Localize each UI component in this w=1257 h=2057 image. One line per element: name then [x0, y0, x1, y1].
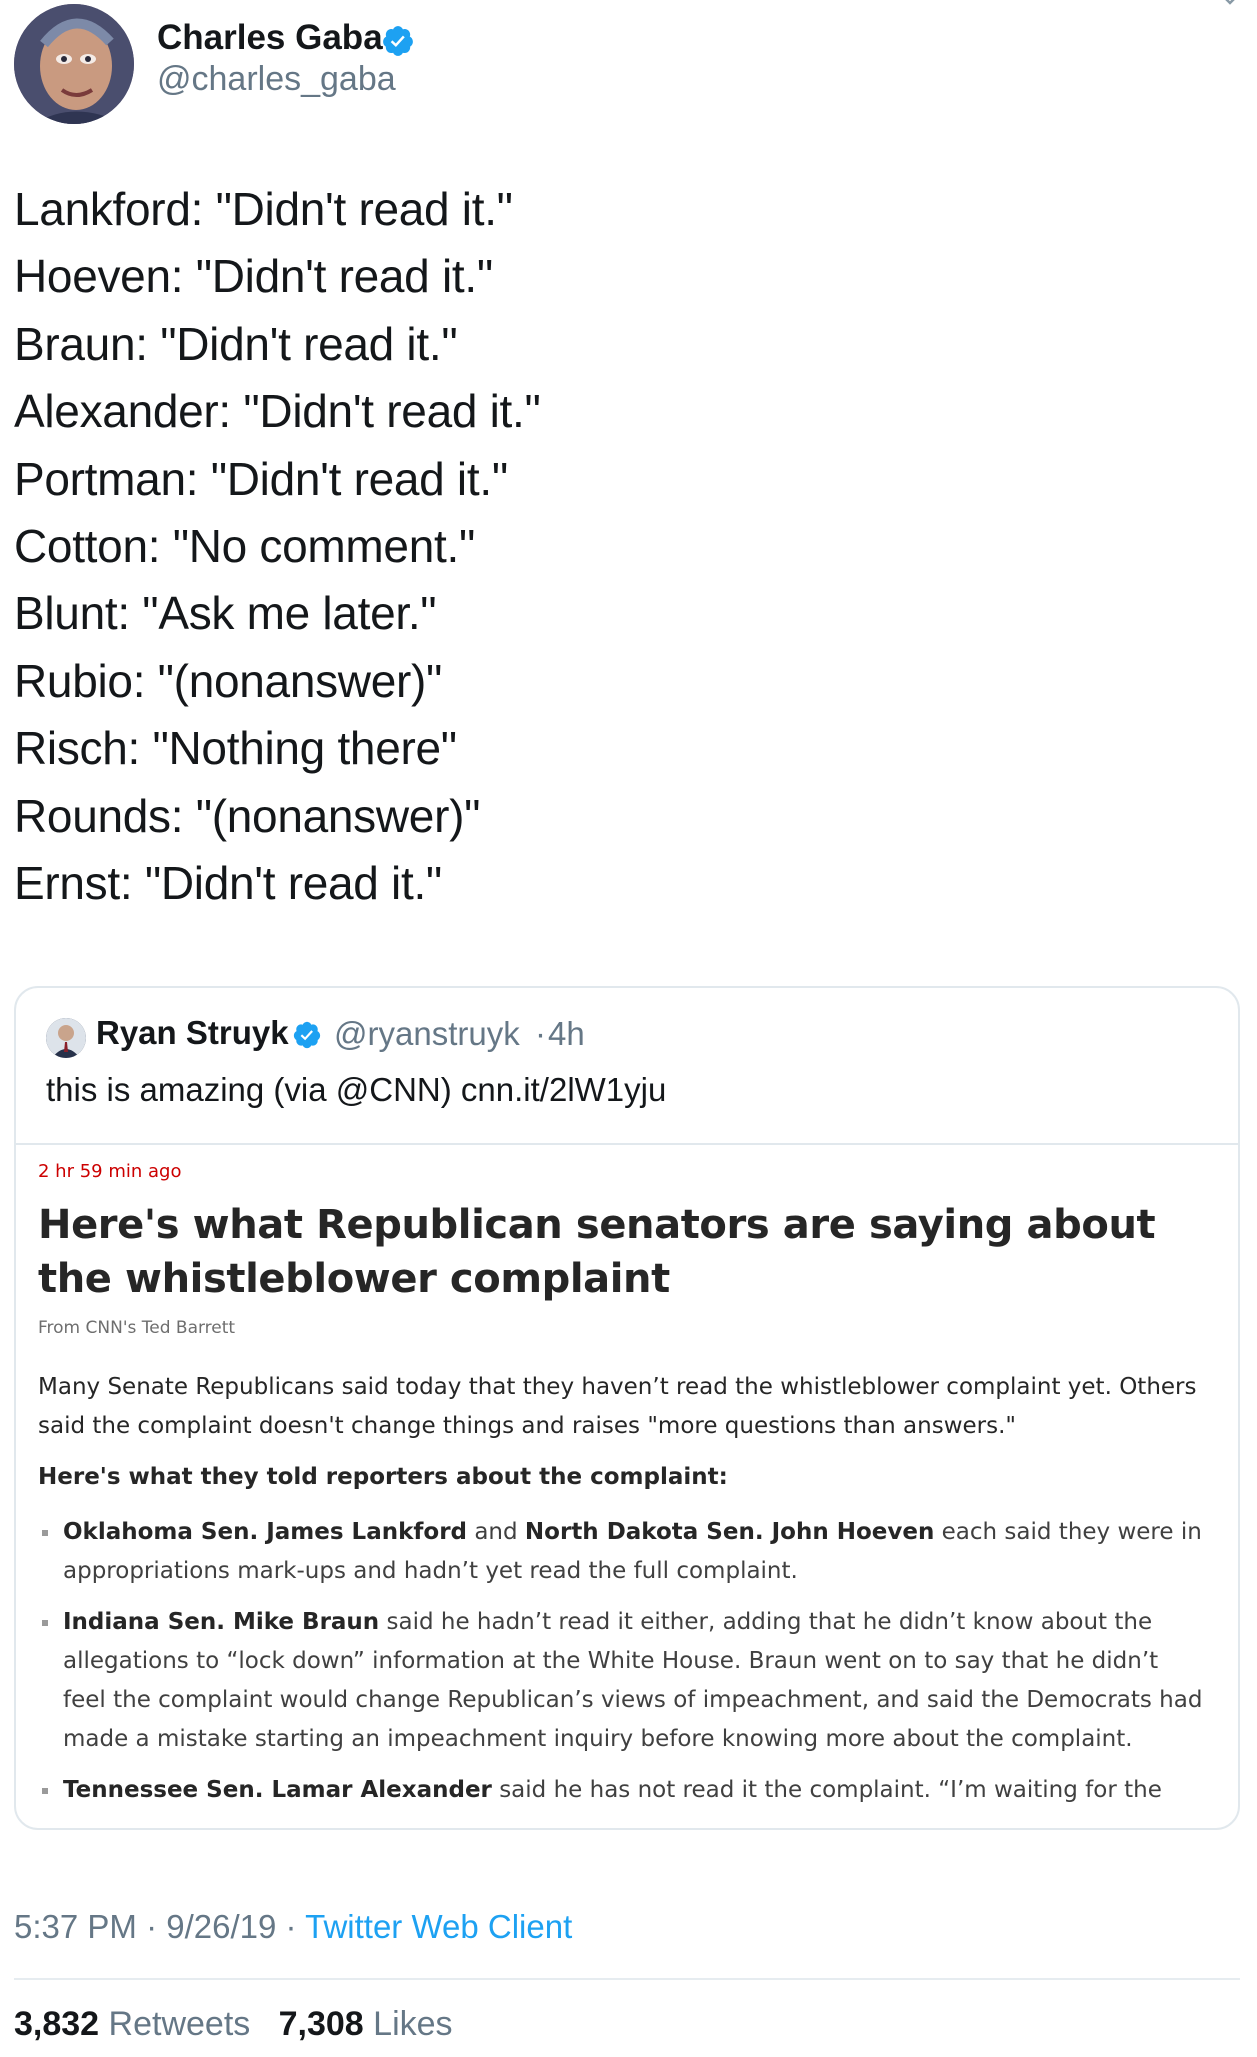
quoted-author-avatar[interactable] [46, 1018, 86, 1058]
bullet-marker [42, 1530, 48, 1536]
senator-name: Tennessee Sen. Lamar Alexander [63, 1777, 492, 1803]
footer-divider [14, 1978, 1240, 1980]
tweet-line: Blunt: "Ask me later." [14, 587, 437, 640]
verified-badge-icon [293, 1021, 321, 1049]
avatar-portrait-image [14, 4, 134, 124]
bullet-text: said he has not read it the complaint. “… [491, 1777, 1162, 1803]
chevron-down-icon[interactable] [1219, 0, 1241, 10]
quoted-divider [16, 1143, 1238, 1145]
tweet-meta: 5:37 PM · 9/26/19 · Twitter Web Client [14, 1908, 572, 1946]
quoted-author-handle[interactable]: @ryanstruyk [334, 1015, 520, 1053]
retweets-count: 3,832 [14, 2005, 100, 2043]
tweet-text: Lankford: "Didn't read it." Hoeven: "Did… [14, 176, 1214, 917]
author-handle[interactable]: @charles_gaba [157, 60, 396, 99]
quoted-timestamp[interactable]: 4h [548, 1015, 585, 1053]
bullet-marker [42, 1620, 48, 1626]
quoted-tweet-text: this is amazing (via @CNN) cnn.it/2lW1yj… [46, 1071, 667, 1108]
likes-stat[interactable]: 7,308 Likes [279, 2005, 453, 2043]
tweet-line: Alexander: "Didn't read it." [14, 385, 541, 438]
bullet-marker [42, 1788, 48, 1794]
article-bullet-list: Oklahoma Sen. James Lankford and North D… [38, 1513, 1208, 1822]
senator-name: North Dakota Sen. John Hoeven [524, 1519, 935, 1545]
author-name[interactable]: Charles Gaba [157, 18, 383, 58]
separator-dot: · [285, 1908, 297, 1945]
verified-badge-icon [383, 26, 413, 56]
list-item: Tennessee Sen. Lamar Alexander said he h… [38, 1771, 1208, 1810]
tweet-container: Charles Gaba @charles_gaba Lankford: "Di… [0, 0, 1257, 2057]
retweets-stat[interactable]: 3,832 Retweets [14, 2005, 250, 2043]
tweet-line: Braun: "Didn't read it." [14, 317, 458, 370]
separator-dot: · [146, 1908, 158, 1945]
separator-dot: · [535, 1015, 546, 1052]
article-timestamp: 2 hr 59 min ago [38, 1161, 182, 1182]
list-item: Oklahoma Sen. James Lankford and North D… [38, 1513, 1208, 1591]
tweet-line: Rounds: "(nonanswer)" [14, 789, 481, 842]
senator-name: Oklahoma Sen. James Lankford [63, 1519, 468, 1545]
article-subhead: Here's what they told reporters about th… [38, 1464, 728, 1490]
article-intro: Many Senate Republicans said today that … [38, 1374, 1197, 1439]
list-item: Indiana Sen. Mike Braun said he hadn’t r… [38, 1603, 1208, 1759]
tweet-line: Rubio: "(nonanswer)" [14, 654, 443, 707]
article-headline: Here's what Republican senators are sayi… [38, 1202, 1156, 1302]
tweet-line: Lankford: "Didn't read it." [14, 183, 513, 235]
tweet-date[interactable]: 9/26/19 [166, 1908, 276, 1945]
quoted-tweet-card[interactable]: Ryan Struyk @ryanstruyk · 4h this is ama… [14, 986, 1240, 1830]
tweet-line: Ernst: "Didn't read it." [14, 856, 442, 909]
likes-label: Likes [373, 2005, 453, 2043]
author-avatar[interactable] [14, 4, 134, 124]
article-byline: From CNN's Ted Barrett [38, 1318, 236, 1338]
article-screenshot: 2 hr 59 min ago Here's what Republican s… [38, 1148, 1228, 1828]
bullet-text: and [467, 1519, 525, 1545]
tweet-line: Portman: "Didn't read it." [14, 452, 508, 505]
tweet-stats: 3,832 Retweets 7,308 Likes [14, 2005, 453, 2044]
tweet-time[interactable]: 5:37 PM [14, 1908, 137, 1945]
tweet-line: Hoeven: "Didn't read it." [14, 250, 493, 303]
quoted-avatar-image [46, 1018, 86, 1058]
retweets-label: Retweets [108, 2005, 251, 2043]
tweet-line: Cotton: "No comment." [14, 519, 475, 572]
senator-name: Indiana Sen. Mike Braun [63, 1609, 380, 1635]
quoted-author-name[interactable]: Ryan Struyk [96, 1014, 289, 1052]
tweet-line: Risch: "Nothing there" [14, 722, 457, 775]
tweet-client-link[interactable]: Twitter Web Client [305, 1908, 572, 1945]
likes-count: 7,308 [278, 2005, 364, 2043]
